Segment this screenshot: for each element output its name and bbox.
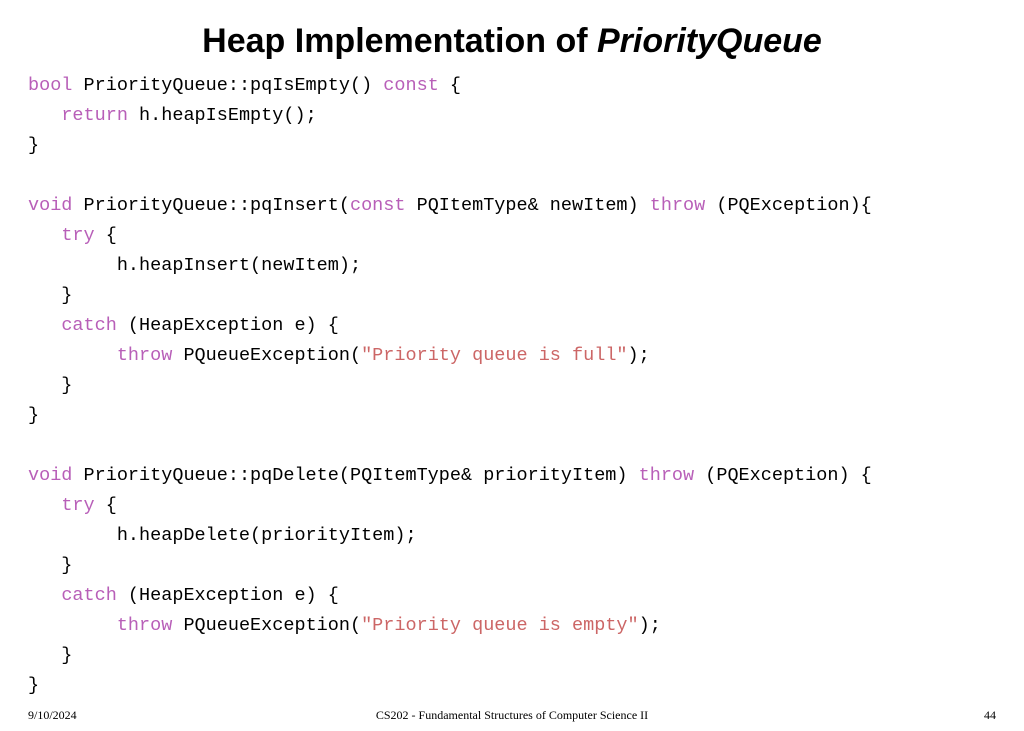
kw-void: void (28, 465, 72, 486)
code-text: { (95, 495, 117, 516)
code-text (28, 585, 61, 606)
footer-page-number: 44 (984, 708, 996, 723)
string-literal: "Priority queue is full" (361, 345, 627, 366)
code-text: } (28, 645, 72, 666)
code-text: } (28, 375, 72, 396)
code-text: PQueueException( (172, 615, 361, 636)
string-literal: "Priority queue is empty" (361, 615, 639, 636)
footer-course: CS202 - Fundamental Structures of Comput… (0, 708, 1024, 723)
code-text: } (28, 555, 72, 576)
code-text (28, 225, 61, 246)
code-text: ); (639, 615, 661, 636)
code-text: h.heapIsEmpty(); (128, 105, 317, 126)
kw-const: const (350, 195, 406, 216)
code-text: h.heapInsert(newItem); (28, 255, 361, 276)
kw-catch: catch (61, 315, 117, 336)
code-text (28, 615, 117, 636)
code-text: { (439, 75, 461, 96)
code-text (28, 345, 117, 366)
kw-throw: throw (117, 615, 173, 636)
code-text: PQueueException( (172, 345, 361, 366)
code-text: } (28, 675, 39, 696)
kw-try: try (61, 225, 94, 246)
kw-const: const (383, 75, 439, 96)
slide-title: Heap Implementation of PriorityQueue (0, 22, 1024, 61)
kw-throw: throw (650, 195, 706, 216)
kw-bool: bool (28, 75, 72, 96)
code-text: h.heapDelete(priorityItem); (28, 525, 417, 546)
code-text: PQItemType& newItem) (405, 195, 649, 216)
kw-throw: throw (117, 345, 173, 366)
code-text: } (28, 135, 39, 156)
code-text: } (28, 405, 39, 426)
kw-void: void (28, 195, 72, 216)
code-text: (HeapException e) { (117, 315, 339, 336)
code-text (28, 495, 61, 516)
code-text: ); (628, 345, 650, 366)
title-plain: Heap Implementation of (202, 22, 597, 60)
code-block: bool PriorityQueue::pqIsEmpty() const { … (0, 71, 1024, 701)
code-text: PriorityQueue::pqDelete(PQItemType& prio… (72, 465, 638, 486)
code-text: { (95, 225, 117, 246)
code-text (28, 315, 61, 336)
code-text: } (28, 285, 72, 306)
code-text (28, 105, 61, 126)
code-text: (HeapException e) { (117, 585, 339, 606)
title-em: PriorityQueue (597, 22, 822, 60)
kw-return: return (61, 105, 128, 126)
code-text: PriorityQueue::pqIsEmpty() (72, 75, 383, 96)
kw-throw: throw (639, 465, 695, 486)
code-text: (PQException) { (694, 465, 872, 486)
kw-catch: catch (61, 585, 117, 606)
code-text: (PQException){ (705, 195, 872, 216)
code-text: PriorityQueue::pqInsert( (72, 195, 350, 216)
kw-try: try (61, 495, 94, 516)
